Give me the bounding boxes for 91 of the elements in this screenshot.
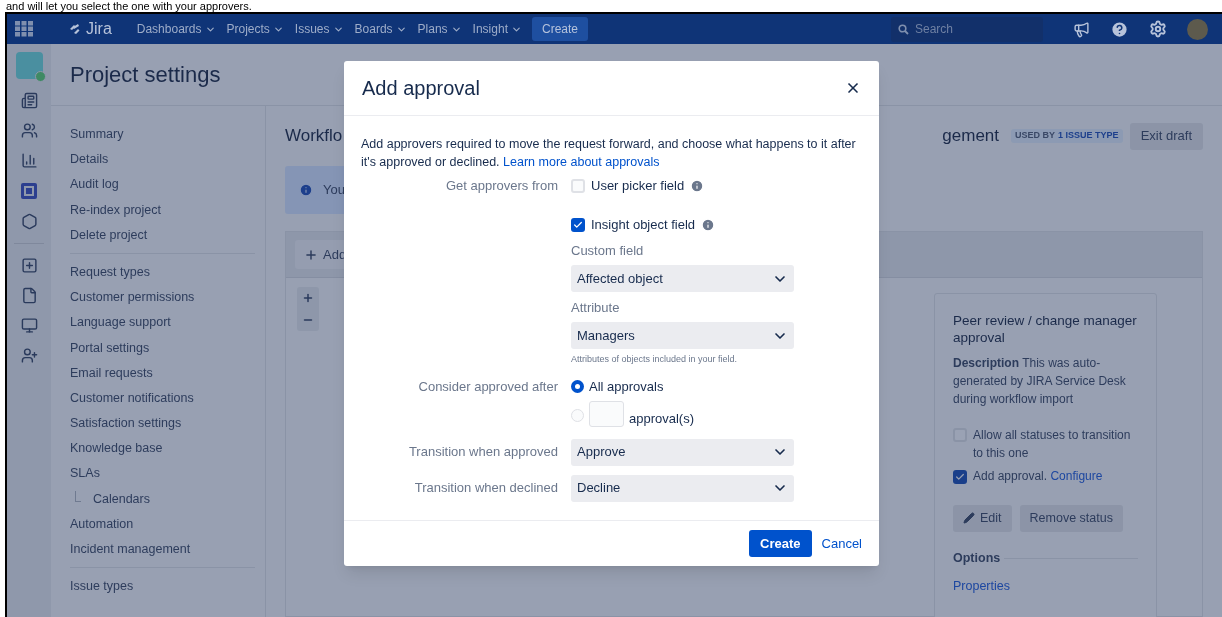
radio-button[interactable] — [571, 408, 584, 422]
nav-menu[interactable]: Issues — [294, 20, 344, 38]
checkbox-label: Allow all statuses to transition to this one — [973, 427, 1132, 462]
sidebar-item[interactable]: Issue types — [70, 574, 255, 600]
create-button[interactable]: Create — [749, 530, 812, 557]
checkmark-icon — [955, 472, 965, 482]
exit-draft-button[interactable]: Exit draft — [1129, 122, 1203, 150]
bar-chart-icon[interactable] — [20, 152, 38, 169]
sidebar-item[interactable]: Request types — [70, 259, 255, 286]
radio-label: approval(s) — [629, 410, 695, 426]
radio-label: All approvals — [589, 377, 664, 396]
sidebar-item[interactable]: Delete project — [70, 222, 255, 248]
sidebar-item[interactable]: Language support — [70, 310, 255, 336]
sidebar-item[interactable]: SLAs — [70, 461, 255, 487]
sidebar-item[interactable]: Calendars — [93, 489, 150, 509]
plus-icon — [304, 247, 318, 262]
learn-more-link[interactable]: Learn more about approvals — [503, 155, 660, 169]
search-icon — [898, 23, 909, 35]
square-icon[interactable] — [20, 182, 38, 200]
checkmark-icon — [573, 220, 583, 230]
app-grid-icon[interactable] — [15, 21, 33, 37]
sidebar-item[interactable]: Satisfaction settings — [70, 411, 255, 437]
caption-text: and will let you select the one with your approvers. — [6, 0, 252, 12]
usage-badge: USED BY 1 ISSUE TYPE — [1011, 129, 1123, 143]
sidebar-item[interactable]: Details — [70, 147, 255, 173]
hexagon-icon[interactable] — [20, 213, 38, 230]
dialog-title: Add approval — [362, 76, 480, 101]
select-field[interactable]: Affected object — [571, 265, 794, 292]
monitor-icon[interactable] — [20, 317, 38, 334]
form-label: Transition when declined — [413, 479, 559, 497]
page-title: Project settings — [70, 61, 221, 89]
sidebar-item[interactable]: Automation — [70, 511, 255, 537]
configure-link[interactable]: Configure — [1050, 469, 1103, 483]
sidebar-item[interactable]: Customer notifications — [70, 385, 255, 412]
logo-icon — [68, 22, 82, 36]
help-icon[interactable] — [1110, 19, 1129, 39]
field-label: Custom field — [571, 242, 645, 260]
create-button[interactable]: Create — [531, 17, 588, 41]
add-user-icon[interactable] — [20, 347, 38, 364]
options-heading: Options — [953, 549, 1001, 567]
sidebar-item[interactable]: Summary — [70, 122, 255, 148]
edit-button[interactable]: Edit — [953, 504, 1012, 532]
radio-button[interactable] — [571, 380, 584, 393]
form-label: Consider approved after — [417, 377, 559, 396]
sidebar-item[interactable]: Email requests — [70, 360, 255, 386]
sidebar-item[interactable]: Customer permissions — [70, 285, 255, 311]
people-icon[interactable] — [20, 122, 38, 139]
zoom-control[interactable] — [297, 287, 319, 331]
pencil-icon — [963, 512, 975, 525]
select-field[interactable]: Managers — [571, 322, 794, 349]
add-square-icon[interactable] — [20, 257, 38, 274]
document-list-icon[interactable] — [20, 92, 38, 109]
search-field[interactable]: Search — [891, 16, 1043, 42]
sidebar-item[interactable]: Incident management — [70, 537, 255, 563]
cancel-button[interactable]: Cancel — [821, 533, 862, 554]
nav-menu[interactable]: Insight — [472, 20, 522, 38]
remove-status-button[interactable]: Remove status — [1019, 504, 1123, 532]
status-description: Description This was auto-generated by JIRA Service Desk during workflow import — [953, 355, 1127, 408]
checkbox-label: User picker field — [591, 177, 685, 196]
settings-icon[interactable] — [1149, 20, 1167, 38]
select-field[interactable]: Decline — [571, 474, 794, 502]
select-field[interactable]: Approve — [571, 438, 794, 466]
form-label: Get approvers from — [445, 177, 559, 195]
status-title: Peer review / change manager approval — [953, 312, 1138, 346]
logo-text[interactable]: Jira — [86, 17, 112, 41]
count-field[interactable] — [589, 400, 624, 427]
checkbox[interactable] — [571, 218, 585, 232]
file-icon[interactable] — [20, 287, 38, 304]
banner-text: You — [323, 181, 345, 200]
sidebar-item[interactable]: Knowledge base — [70, 436, 255, 462]
close-icon[interactable] — [845, 80, 861, 96]
sidebar-item[interactable]: Re-index project — [70, 197, 255, 223]
properties-link[interactable]: Properties — [953, 576, 1138, 596]
megaphone-icon[interactable] — [1073, 20, 1090, 38]
sidebar-item[interactable]: Portal settings — [70, 335, 255, 361]
nav-menu[interactable]: Projects — [226, 20, 284, 38]
help-text: Attributes of objects included in your field. — [571, 353, 739, 366]
zoom-in-icon[interactable] — [302, 292, 314, 304]
checkbox[interactable] — [953, 470, 967, 484]
nav-menu[interactable]: Plans — [417, 20, 462, 38]
nav-menu[interactable]: Boards — [354, 20, 407, 38]
dialog-description: Add approvers required to move the request forward, and choose what happens to it after it's approved or declined. Learn more about approvals — [361, 136, 857, 171]
workflow-title: Workflo — [285, 125, 343, 148]
workflow-title: gement — [942, 125, 999, 148]
checkbox-label: Insight object field — [591, 216, 696, 235]
field-label: Attribute — [571, 299, 621, 317]
checkbox-label: Add approval. Configure — [973, 468, 1103, 485]
form-label: Transition when approved — [407, 443, 559, 461]
nav-menu[interactable]: Dashboards — [136, 20, 216, 38]
info-icon — [299, 183, 313, 197]
sidebar-item[interactable]: Audit log — [70, 172, 255, 198]
